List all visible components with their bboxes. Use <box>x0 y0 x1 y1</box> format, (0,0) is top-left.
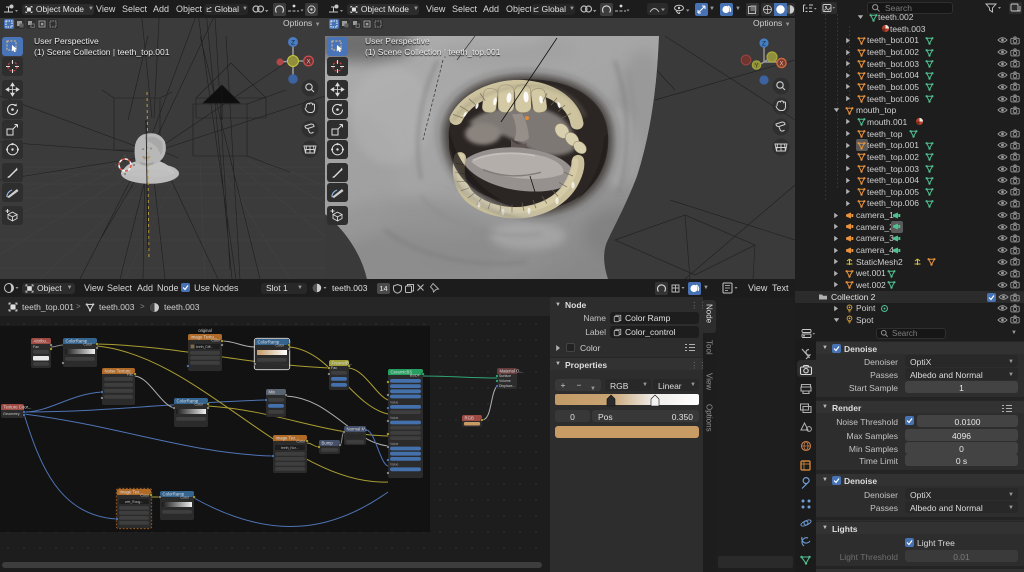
svg-text:original: original <box>198 328 212 333</box>
svg-text:Value: Value <box>390 442 399 446</box>
svg-text:Value: Value <box>390 416 399 420</box>
svg-text:Mix: Mix <box>269 390 277 395</box>
svg-text:Value: Value <box>390 463 399 467</box>
svg-text:Value: Value <box>390 400 399 404</box>
svg-text:Volume: Volume <box>499 379 511 383</box>
svg-text:Fac: Fac <box>127 373 133 377</box>
svg-text:BSDF: BSDF <box>410 374 421 378</box>
svg-text:Texture Coor...: Texture Coor... <box>4 405 32 410</box>
svg-text:Surface: Surface <box>499 374 511 378</box>
svg-text:Image Tex...: Image Tex... <box>276 436 299 441</box>
svg-text:RGB: RGB <box>465 416 474 421</box>
svg-text:Geometry: Geometry <box>3 412 20 416</box>
svg-text:Bump: Bump <box>322 441 334 446</box>
svg-text:Z: Z <box>762 40 766 47</box>
svg-text:Material O...: Material O... <box>500 369 523 374</box>
svg-text:Fac: Fac <box>331 366 337 370</box>
svg-text:Attribu...: Attribu... <box>34 339 50 344</box>
svg-text:X: X <box>306 58 311 65</box>
svg-text:Fac: Fac <box>33 345 39 349</box>
svg-text:Color: Color <box>296 440 305 444</box>
svg-text:Displace...: Displace... <box>499 384 515 388</box>
svg-text:Color: Color <box>140 494 149 498</box>
svg-text:Color: Color <box>275 344 284 348</box>
svg-text:X: X <box>779 61 783 67</box>
svg-text:Y: Y <box>754 63 758 69</box>
svg-text:teeth_Diff...: teeth_Diff... <box>196 345 213 349</box>
svg-text:Color: Color <box>211 339 220 343</box>
svg-text:Color: Color <box>83 343 92 347</box>
svg-text:Color: Color <box>180 496 189 500</box>
svg-text:teeth_Nor...: teeth_Nor... <box>281 446 299 450</box>
svg-text:wet_Roug...: wet_Roug... <box>125 500 143 504</box>
svg-text:Color: Color <box>194 403 203 407</box>
svg-text:Image Tex...: Image Tex... <box>120 490 143 495</box>
svg-text:Z: Z <box>291 39 295 46</box>
